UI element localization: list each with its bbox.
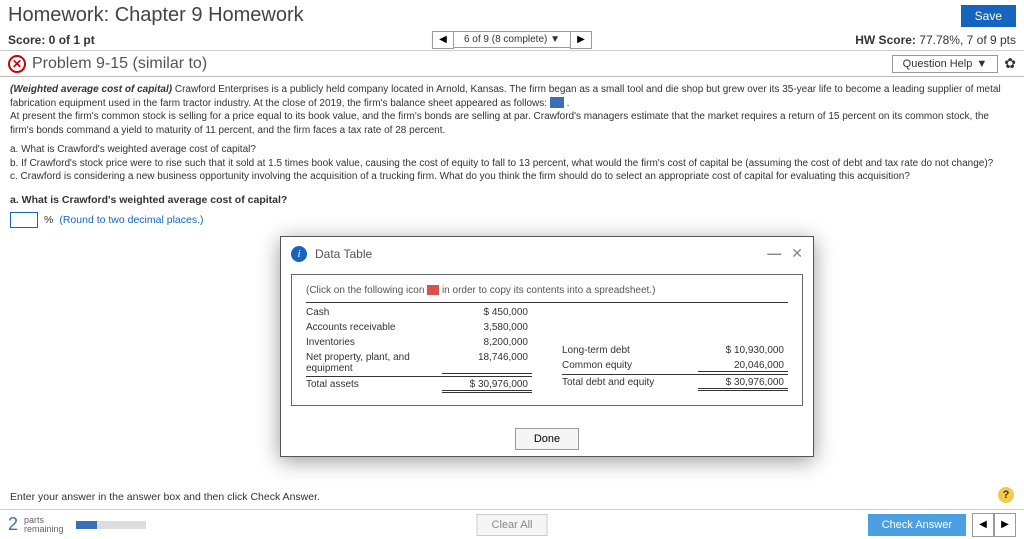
table-row: Long-term debt$ 10,930,000 <box>562 343 788 358</box>
copy-icon[interactable] <box>427 285 439 295</box>
answer-unit: % <box>44 214 53 226</box>
parts-progress <box>76 521 146 529</box>
pager-prev-button[interactable]: ◀ <box>432 31 454 49</box>
score-text: Score: 0 of 1 pt <box>8 33 95 47</box>
gear-icon[interactable]: ✿ <box>1004 55 1016 72</box>
done-button[interactable]: Done <box>515 428 579 450</box>
check-answer-button[interactable]: Check Answer <box>868 514 966 536</box>
table-row: Common equity20,046,000 <box>562 358 788 374</box>
data-table-modal: i Data Table — ✕ (Click on the following… <box>280 236 814 457</box>
save-button[interactable]: Save <box>961 5 1016 27</box>
help-icon[interactable]: ? <box>998 487 1014 503</box>
data-table-icon[interactable] <box>550 97 564 108</box>
clear-all-button[interactable]: Clear All <box>477 514 548 536</box>
round-note: (Round to two decimal places.) <box>59 214 203 226</box>
problem-title: Problem 9-15 (similar to) <box>32 55 207 73</box>
wrong-icon: ✕ <box>8 55 26 73</box>
table-row: Inventories8,200,000 <box>306 335 532 350</box>
nav-prev-button[interactable]: ◀ <box>972 513 994 537</box>
footer-instruction: Enter your answer in the answer box and … <box>10 491 320 503</box>
question-a-prompt: a. What is Crawford's weighted average c… <box>0 190 1024 206</box>
minimize-icon[interactable]: — <box>767 245 781 262</box>
table-row: Total assets$ 30,976,000 <box>306 376 532 395</box>
hw-score: HW Score: 77.78%, 7 of 9 pts <box>855 33 1016 47</box>
question-help-button[interactable]: Question Help ▼ <box>892 55 999 73</box>
modal-title: Data Table <box>315 247 372 261</box>
parts-remaining: 2 partsremaining <box>8 514 146 535</box>
pager-next-button[interactable]: ▶ <box>570 31 592 49</box>
copy-instruction: (Click on the following icon in order to… <box>306 285 788 296</box>
info-icon: i <box>291 246 307 262</box>
balance-sheet-table: Cash$ 450,000Accounts receivable3,580,00… <box>306 302 788 395</box>
pager-label[interactable]: 6 of 9 (8 complete) ▼ <box>454 31 570 48</box>
problem-body: (Weighted average cost of capital) Crawf… <box>0 77 1024 190</box>
table-row: Net property, plant, and equipment18,746… <box>306 350 532 376</box>
table-row: Accounts receivable3,580,000 <box>306 320 532 335</box>
table-row: Total debt and equity$ 30,976,000 <box>562 374 788 393</box>
answer-input[interactable] <box>10 212 38 228</box>
table-row: Cash$ 450,000 <box>306 305 532 320</box>
nav-next-button[interactable]: ▶ <box>994 513 1016 537</box>
pager: ◀ 6 of 9 (8 complete) ▼ ▶ <box>432 31 592 49</box>
homework-title: Homework: Chapter 9 Homework <box>8 4 304 27</box>
close-icon[interactable]: ✕ <box>791 245 803 262</box>
